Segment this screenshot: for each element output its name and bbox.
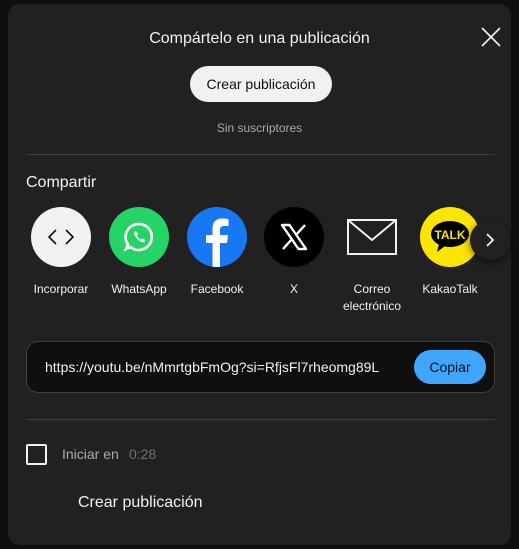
divider [26,419,495,420]
subscribers-text: Sin suscriptores [216,121,303,135]
share-dialog: Compártelo en una publicación Crear publ… [8,4,511,545]
copy-button[interactable]: Copiar [414,350,486,384]
close-icon[interactable] [480,26,502,48]
embed-icon [31,207,91,267]
kakaotalk-icon-text: TALK [434,228,465,242]
share-x-label: X [289,282,298,296]
divider [26,154,495,155]
dialog-title: Compártelo en una publicación [149,30,370,47]
share-email-label: Correo electrónico [342,282,402,313]
create-post-button[interactable]: Crear publicación [190,66,332,102]
share-facebook[interactable]: Facebook [179,207,255,298]
start-at-label: Iniciar en [62,446,119,462]
share-embed-label: Incorporar [33,282,89,296]
start-at-time: 0:28 [129,446,157,462]
url-field: https://youtu.be/nMmrtgbFmOg?si=RfjsFl7r… [26,341,495,393]
share-x[interactable]: X [256,207,332,298]
share-heading: Compartir [26,174,97,191]
share-facebook-label: Facebook [190,282,244,296]
email-icon [342,207,402,267]
next-button[interactable] [470,220,510,260]
share-url[interactable]: https://youtu.be/nMmrtgbFmOg?si=RfjsFl7r… [45,359,379,375]
share-kakaotalk-label: KakaoTalk [422,282,478,296]
whatsapp-icon [109,207,169,267]
share-whatsapp-label: WhatsApp [111,282,167,296]
facebook-icon [187,207,247,267]
share-email[interactable]: Correo electrónico [334,207,410,315]
share-embed[interactable]: Incorporar [23,207,99,298]
share-whatsapp[interactable]: WhatsApp [101,207,177,298]
bottom-create-post-button[interactable]: Crear publicación [78,494,203,512]
chevron-right-icon [486,233,495,247]
x-icon [264,207,324,267]
start-at-checkbox[interactable] [26,444,47,465]
